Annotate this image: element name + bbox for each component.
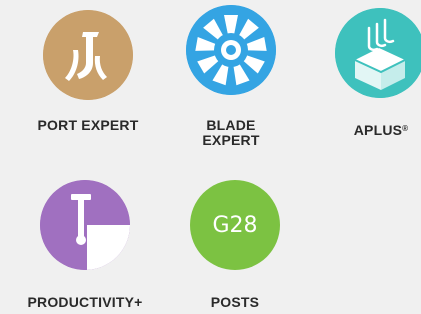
g28-icon-text: G28 xyxy=(212,212,258,238)
fan-icon xyxy=(186,5,276,95)
app-label-blade-expert: BLADE EXPERT xyxy=(186,118,276,148)
app-label-blade-expert-line1: BLADE xyxy=(206,117,256,133)
registered-mark: ® xyxy=(402,124,409,133)
app-label-aplus: APLUS® xyxy=(335,123,421,138)
aplus-icon xyxy=(335,8,421,98)
app-label-productivity-plus: PRODUCTIVITY+ xyxy=(27,294,143,310)
probe-icon xyxy=(40,180,130,270)
app-label-aplus-text: APLUS xyxy=(353,122,403,138)
g28-icon: G28 xyxy=(190,180,280,270)
app-label-posts: POSTS xyxy=(210,294,260,310)
app-label-port-expert: PORT EXPERT xyxy=(37,117,139,133)
app-label-blade-expert-line2: EXPERT xyxy=(202,132,260,148)
port-expert-icon xyxy=(43,10,133,100)
